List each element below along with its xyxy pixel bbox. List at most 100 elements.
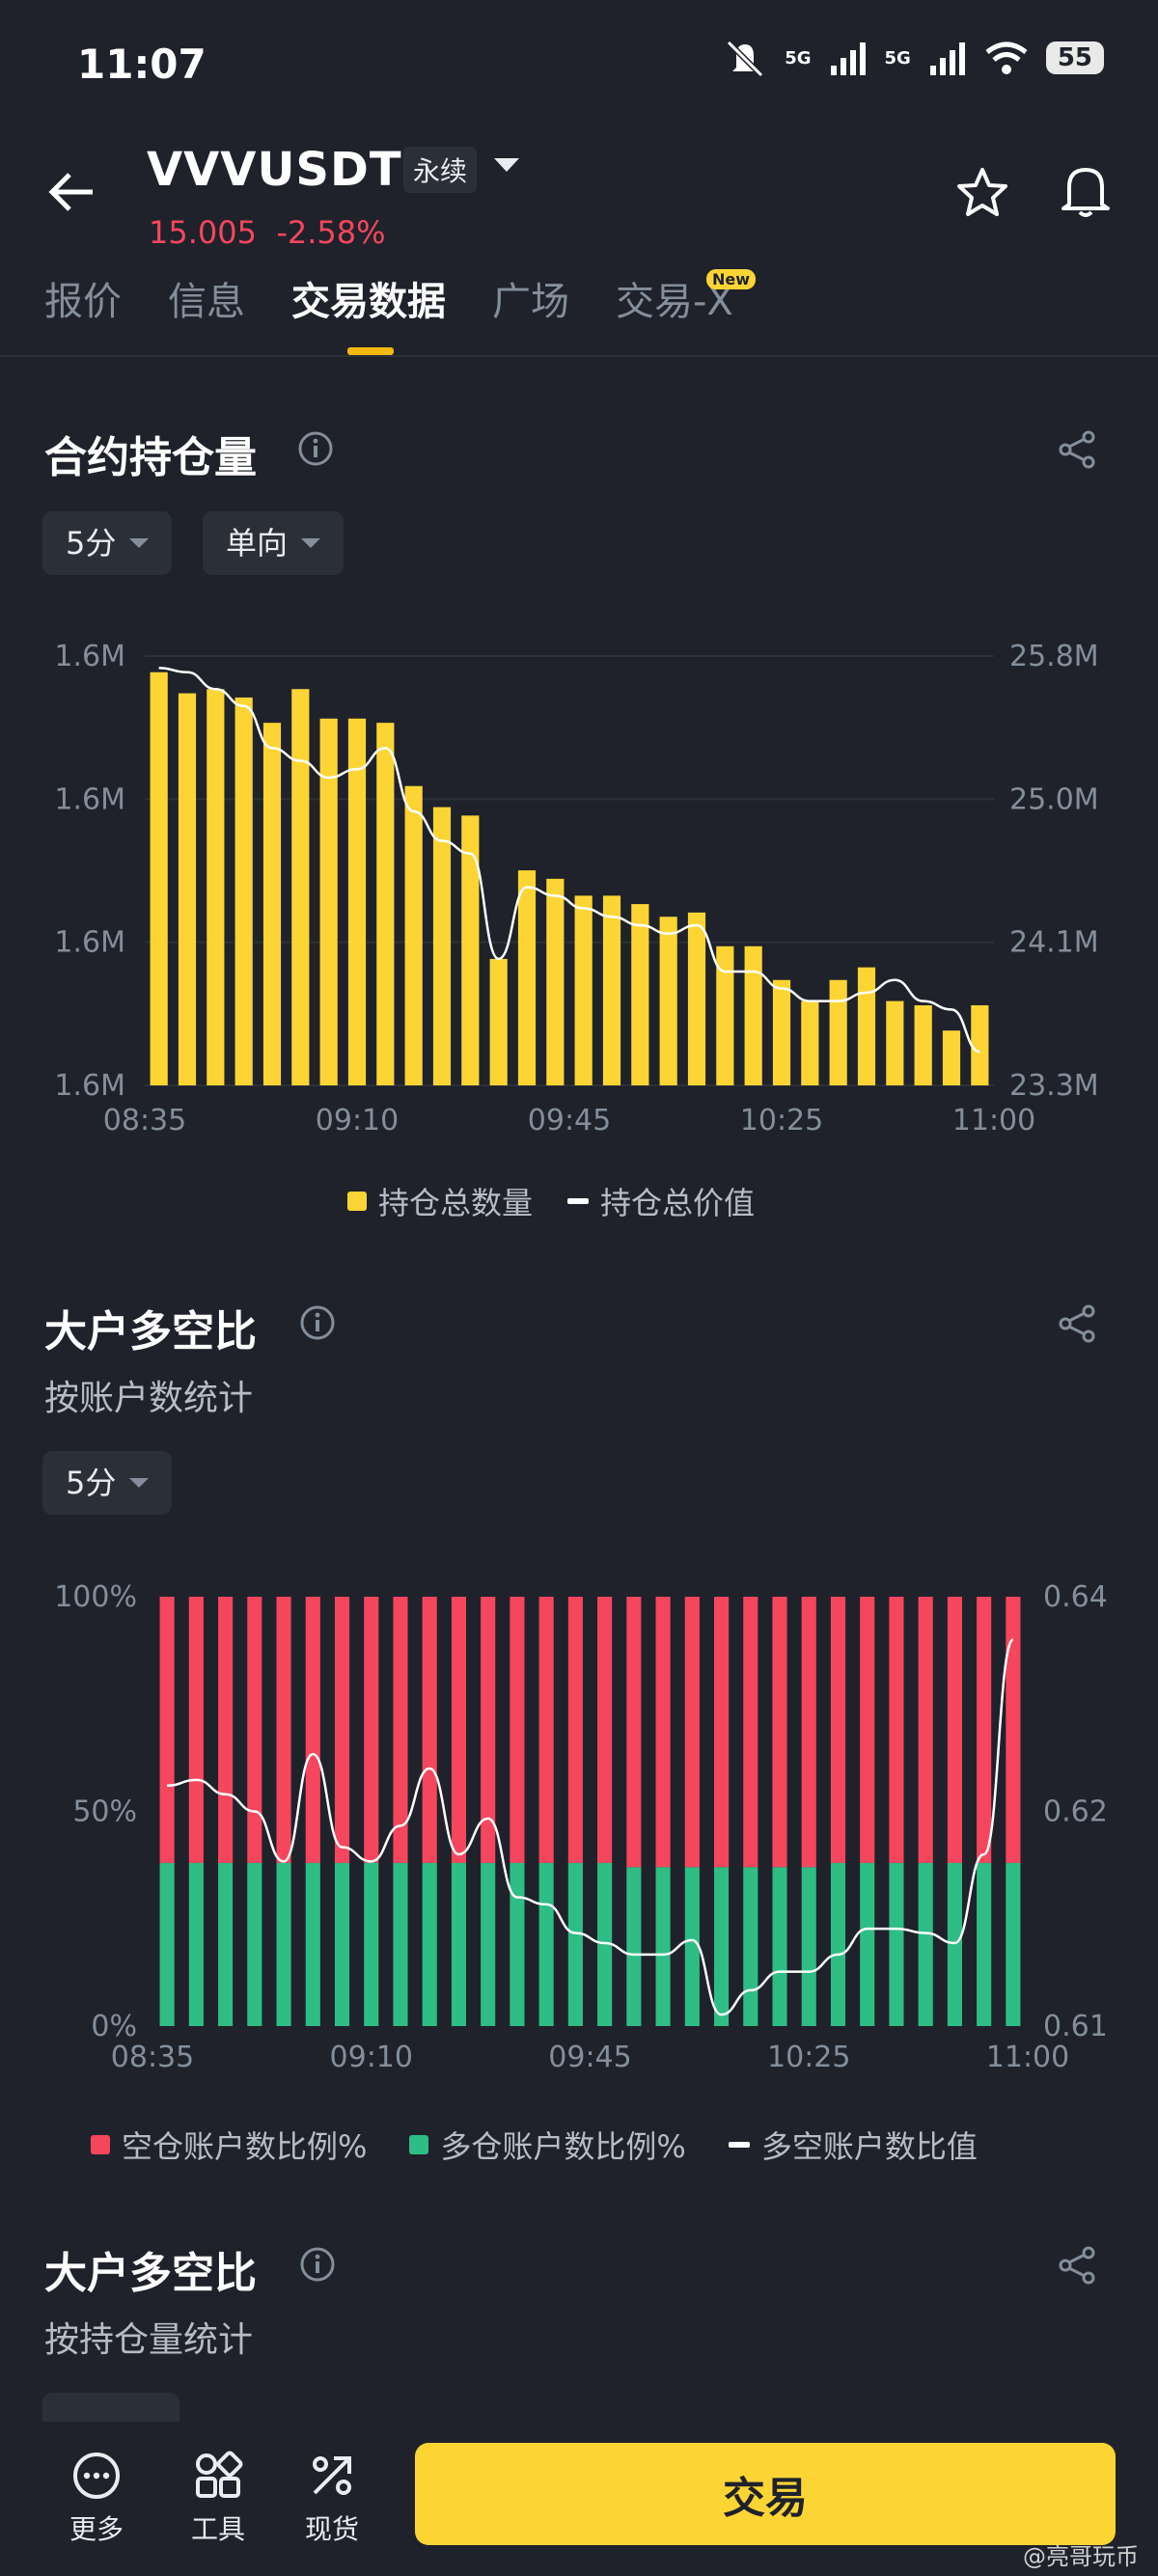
ls-account-title: 大户多空比 [44,1307,257,1357]
oi-value-line [158,667,980,1054]
x-tick: 08:35 [103,1104,186,1137]
y-left-tick: 1.6M [54,782,125,816]
oi-bar [546,878,565,1085]
trade-button[interactable]: 交易 [415,2443,1116,2545]
network-label-1: 5G [785,47,812,69]
symbol-title[interactable]: VVVUSDT [147,143,402,197]
short-ratio-bar [889,1597,904,1863]
tab-trading-data[interactable]: 交易数据 [291,270,446,326]
long-ratio-bar [159,1862,175,2026]
long-ratio-bar [801,1867,816,2026]
oi-section-title: 合约持仓量 [44,433,257,482]
y-left-tick: 50% [72,1795,137,1829]
oi-bar [772,979,791,1085]
bell-icon[interactable] [1058,162,1114,220]
legend-swatch [567,1198,590,1204]
oi-bar [659,917,677,1085]
oi-bar [347,718,367,1085]
short-ratio-bar [830,1597,846,1863]
chevron-down-icon [129,538,150,548]
long-short-account-chart: 100% 0.64 50% 0.62 0% 0.61 08:35 09:10 09:45 10:2… [54,1580,1108,2074]
long-ratio-bar [247,1862,262,2026]
oi-bar [178,693,197,1085]
short-ratio-bar [1006,1597,1021,1863]
oi-bar [207,689,225,1085]
tab-info[interactable]: 信息 [168,270,245,326]
tab-square[interactable]: 广场 [492,270,569,326]
oi-bar [234,697,253,1085]
short-ratio-bar [684,1597,700,1868]
info-icon[interactable] [299,2246,336,2283]
interval-select[interactable]: 5分 [42,1451,173,1515]
long-ratio-bar [334,1862,350,2026]
y-right-tick: 24.1M [1009,926,1099,960]
long-ratio-bar [655,1867,671,2026]
share-icon[interactable] [1056,2244,1098,2287]
share-icon[interactable] [1056,428,1098,471]
legend-item[interactable]: 空仓账户数比例% [91,2123,367,2167]
oi-bar [914,1004,932,1085]
symbol-dropdown-icon[interactable] [494,158,519,172]
legend-item[interactable]: 多仓账户数比例% [409,2123,686,2167]
mute-icon [727,40,764,77]
contract-type-badge: 永续 [403,147,478,193]
x-tick: 08:35 [111,2041,194,2074]
bottom-nav-label: 更多 [69,2513,124,2545]
status-icons: 5G 5G 55 [723,39,1104,77]
long-ratio-bar [188,1862,204,2026]
legend-swatch [409,2135,429,2154]
oi-bar [404,785,423,1085]
legend-item[interactable]: 持仓总数量 [347,1179,533,1223]
ls-position-title: 大户多空比 [44,2249,257,2298]
y-right-tick: 0.62 [1043,1795,1108,1829]
x-tick: 11:00 [952,1104,1035,1137]
short-ratio-bar [801,1597,816,1868]
price-change: -2.58% [276,214,386,251]
long-ratio-bar [918,1862,933,2026]
long-ratio-bar [1006,1862,1021,2026]
status-time: 11:07 [77,41,207,88]
side-select[interactable]: 单向 [203,511,345,575]
oi-bar [150,671,168,1085]
legend-label: 空仓账户数比例% [122,2128,368,2165]
y-left-tick: 100% [54,1580,137,1614]
oi-bar [744,945,762,1085]
interval-select[interactable]: 5分 [42,511,173,575]
long-ratio-bar [889,1862,904,2026]
info-icon[interactable] [299,1304,336,1341]
short-ratio-bar [159,1597,175,1863]
share-icon[interactable] [1056,1302,1098,1345]
price-display: 15.005 -2.58% [149,214,386,251]
oi-bar [489,958,508,1085]
y-right-tick: 0.61 [1043,2010,1108,2043]
long-ratio-bar [364,1862,379,2026]
y-left-tick: 1.6M [54,1069,125,1103]
signal-icon [830,42,866,75]
short-ratio-bar [772,1597,787,1868]
bottom-nav-more[interactable]: 更多 [69,2451,124,2547]
favorite-star-icon[interactable] [955,166,1009,220]
open-interest-chart: 1.6M 25.8M 1.6M 25.0M 1.6M 24.1M 1.6M 23.3M 08:3… [54,640,1099,1137]
legend-item[interactable]: 持仓总价值 [567,1179,755,1223]
tab-quote[interactable]: 报价 [44,270,122,326]
back-arrow-icon[interactable] [46,166,98,218]
long-ratio-bar [684,1867,700,2026]
ls-position-subtitle: 按持仓量统计 [44,2320,254,2360]
info-icon[interactable] [297,430,334,467]
bottom-nav-tools[interactable]: 工具 [191,2451,245,2547]
legend-swatch [347,1192,367,1211]
oi-bar [517,870,537,1085]
network-label-2: 5G [884,47,911,69]
bottom-nav-spot[interactable]: 现货 [305,2451,359,2547]
short-ratio-bar [510,1597,525,1863]
ls-account-legend: 空仓账户数比例% 多仓账户数比例% 多空账户数比值 [91,2123,978,2167]
oi-bar [461,815,480,1085]
last-price: 15.005 [149,214,257,251]
oi-bar [829,979,847,1085]
legend-item[interactable]: 多空账户数比值 [728,2123,978,2167]
long-ratio-bar [713,1867,730,2026]
long-ratio-bar [393,1862,408,2026]
long-ratio-bar [218,1862,234,2026]
signal-icon-2 [929,42,965,75]
battery-level: 55 [1045,41,1104,74]
